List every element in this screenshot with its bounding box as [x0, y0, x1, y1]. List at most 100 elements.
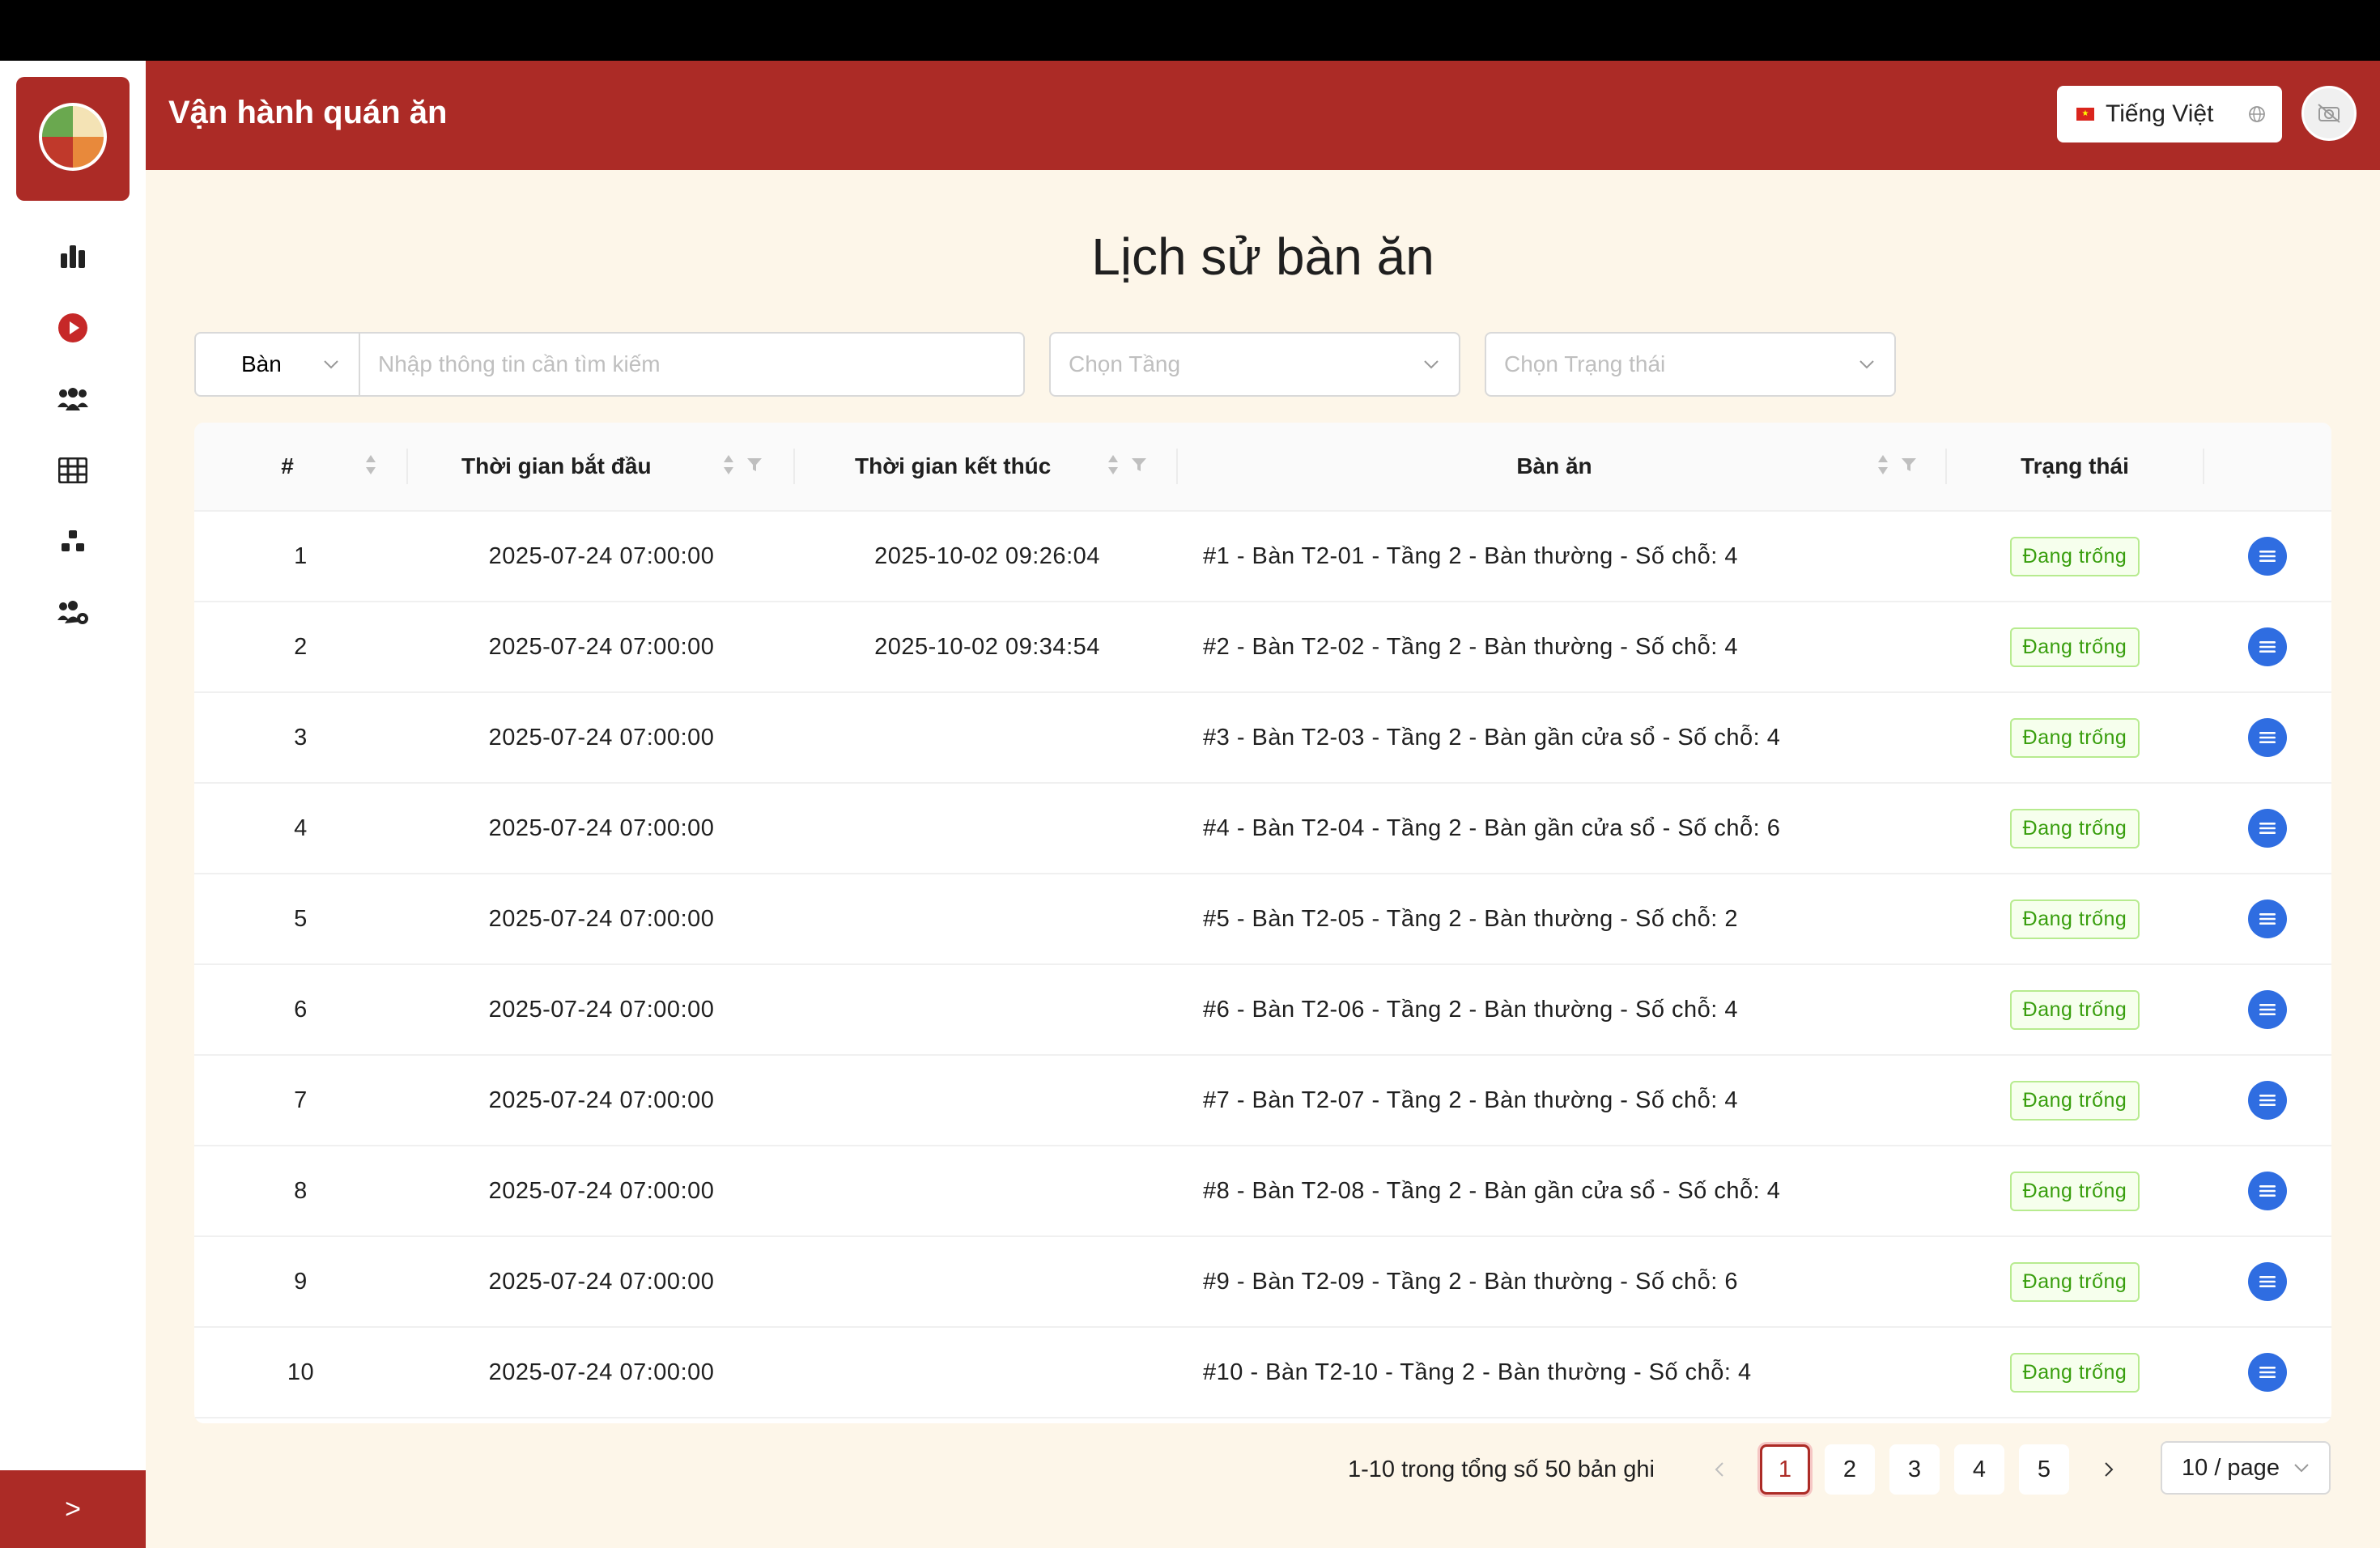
search-type-select[interactable]: Bàn — [194, 332, 360, 397]
sort-filter-icons[interactable] — [722, 453, 763, 476]
row-menu-button[interactable] — [2247, 718, 2287, 757]
menu-icon — [2259, 641, 2276, 653]
cell-start-time: 2025-07-24 07:00:00 — [488, 724, 715, 751]
menu-icon — [2259, 1276, 2276, 1287]
logo-icon — [39, 103, 107, 171]
cell-start-time: 2025-07-24 07:00:00 — [488, 1177, 715, 1204]
table-row: 8 2025-07-24 07:00:00 #8 - Bàn T2-08 - Tần… — [194, 1146, 2331, 1237]
sidebar-item-operations[interactable] — [47, 302, 99, 354]
page-button-5[interactable]: 5 — [2019, 1444, 2069, 1495]
table-header: # Thời gian bắt đầu Thời gian kết thúc B… — [194, 423, 2331, 512]
cell-start-time: 2025-07-24 07:00:00 — [488, 996, 715, 1023]
cell-action — [2203, 512, 2331, 601]
filter-icon — [747, 458, 762, 471]
cell-table: #5 - Bàn T2-05 - Tầng 2 - Bàn thường - S… — [1203, 905, 1739, 932]
row-menu-button[interactable] — [2247, 537, 2287, 576]
sidebar-item-categories[interactable] — [47, 516, 99, 568]
app-logo[interactable] — [16, 77, 130, 201]
page-button-3[interactable]: 3 — [1889, 1444, 1940, 1495]
cell-action — [2203, 965, 2331, 1054]
row-menu-button[interactable] — [2247, 899, 2287, 938]
cell-status: Đang trống — [1947, 693, 2203, 782]
menu-icon — [2259, 732, 2276, 743]
search-placeholder: Nhập thông tin cần tìm kiếm — [378, 351, 661, 376]
status-badge: Đang trống — [2009, 989, 2140, 1030]
app-header: Vận hành quán ăn ★ Tiếng Việt — [146, 61, 2380, 170]
status-placeholder: Chọn Trạng thái — [1504, 351, 1666, 376]
cell-end-time: 2025-10-02 09:26:04 — [874, 542, 1100, 569]
cell-index: 7 — [294, 1087, 308, 1113]
row-menu-button[interactable] — [2247, 1081, 2287, 1120]
cell-table: #7 - Bàn T2-07 - Tầng 2 - Bàn thường - S… — [1203, 1087, 1739, 1113]
sort-icon — [724, 455, 733, 474]
column-header-index[interactable]: # — [194, 423, 380, 510]
cell-index: 5 — [294, 905, 308, 932]
page-size-select[interactable]: 10 / page — [2161, 1441, 2331, 1495]
menu-icon — [2259, 1004, 2276, 1015]
status-badge: Đang trống — [2009, 1352, 2140, 1393]
row-menu-button[interactable] — [2247, 627, 2287, 666]
sort-icon-group[interactable] — [364, 453, 377, 476]
sidebar-item-staff[interactable] — [47, 587, 99, 639]
cell-start-time: 2025-07-24 07:00:00 — [488, 905, 715, 932]
cell-index: 1 — [294, 542, 308, 569]
bar-chart-icon — [61, 245, 85, 268]
window-topbar — [0, 0, 2380, 61]
column-header-table[interactable]: Bàn ăn — [1178, 423, 1931, 510]
status-badge: Đang trống — [2009, 627, 2140, 667]
cell-table: #3 - Bàn T2-03 - Tầng 2 - Bàn gần cửa sổ… — [1203, 724, 1781, 751]
row-menu-button[interactable] — [2247, 1262, 2287, 1301]
page-button-1[interactable]: 1 — [1760, 1444, 1810, 1495]
vietnam-flag-icon: ★ — [2076, 108, 2094, 121]
cell-end-time — [795, 1146, 1179, 1235]
status-badge: Đang trống — [2009, 536, 2140, 576]
sort-icon — [1108, 455, 1118, 474]
row-menu-button[interactable] — [2247, 1172, 2287, 1210]
cell-table: #6 - Bàn T2-06 - Tầng 2 - Bàn thường - S… — [1203, 996, 1739, 1023]
column-header-start-time[interactable]: Thời gian bắt đầu — [408, 423, 772, 510]
cell-start-time: 2025-07-24 07:00:00 — [488, 1087, 715, 1113]
cell-status: Đang trống — [1947, 874, 2203, 963]
cell-start-time: 2025-07-24 07:00:00 — [488, 633, 715, 660]
status-badge: Đang trống — [2009, 1261, 2140, 1302]
sidebar-item-dashboard[interactable] — [47, 231, 99, 283]
cell-end-time — [795, 965, 1179, 1054]
page-button-2[interactable]: 2 — [1825, 1444, 1875, 1495]
sidebar-item-customers[interactable] — [47, 373, 99, 425]
search-input[interactable]: Nhập thông tin cần tìm kiếm — [359, 332, 1025, 397]
prev-page-button[interactable] — [1694, 1444, 1745, 1495]
cell-table: #2 - Bàn T2-02 - Tầng 2 - Bàn thường - S… — [1203, 633, 1739, 660]
cell-action — [2203, 874, 2331, 963]
column-header-end-time[interactable]: Thời gian kết thúc — [795, 423, 1159, 510]
cell-table: #1 - Bàn T2-01 - Tầng 2 - Bàn thường - S… — [1203, 542, 1739, 569]
table-row: 6 2025-07-24 07:00:00 #6 - Bàn T2-06 - Tần… — [194, 965, 2331, 1056]
row-menu-button[interactable] — [2247, 1353, 2287, 1392]
chevron-down-icon — [2294, 1464, 2309, 1473]
floor-select[interactable]: Chọn Tầng — [1049, 332, 1460, 397]
cell-index: 8 — [294, 1177, 308, 1204]
status-badge: Đang trống — [2009, 717, 2140, 758]
cell-index: 9 — [294, 1268, 308, 1295]
page-button-4[interactable]: 4 — [1954, 1444, 2004, 1495]
next-page-button[interactable] — [2084, 1444, 2134, 1495]
language-selector[interactable]: ★ Tiếng Việt — [2057, 86, 2282, 142]
table-row: 9 2025-07-24 07:00:00 #9 - Bàn T2-09 - Tần… — [194, 1237, 2331, 1328]
table-body: 1 2025-07-24 07:00:00 2025-10-02 09:26:04 #… — [194, 512, 2331, 1418]
status-select[interactable]: Chọn Trạng thái — [1485, 332, 1896, 397]
users-gear-icon — [57, 601, 88, 624]
menu-icon — [2259, 1185, 2276, 1197]
sort-filter-icons[interactable] — [1107, 453, 1147, 476]
search-type-value: Bàn — [241, 351, 282, 376]
sort-filter-icons[interactable] — [1876, 453, 1917, 476]
cell-status: Đang trống — [1947, 965, 2203, 1054]
cell-end-time — [795, 874, 1179, 963]
sidebar-item-tables[interactable] — [47, 444, 99, 496]
chevron-right-icon: > — [65, 1493, 81, 1525]
avatar[interactable] — [2301, 86, 2357, 141]
column-header-status: Trạng thái — [2021, 453, 2129, 478]
cell-table: #8 - Bàn T2-08 - Tầng 2 - Bàn gần cửa sổ… — [1203, 1177, 1781, 1204]
row-menu-button[interactable] — [2247, 809, 2287, 848]
row-menu-button[interactable] — [2247, 990, 2287, 1029]
sidebar-toggle-button[interactable]: > — [0, 1470, 146, 1548]
table-row: 5 2025-07-24 07:00:00 #5 - Bàn T2-05 - Tần… — [194, 874, 2331, 965]
